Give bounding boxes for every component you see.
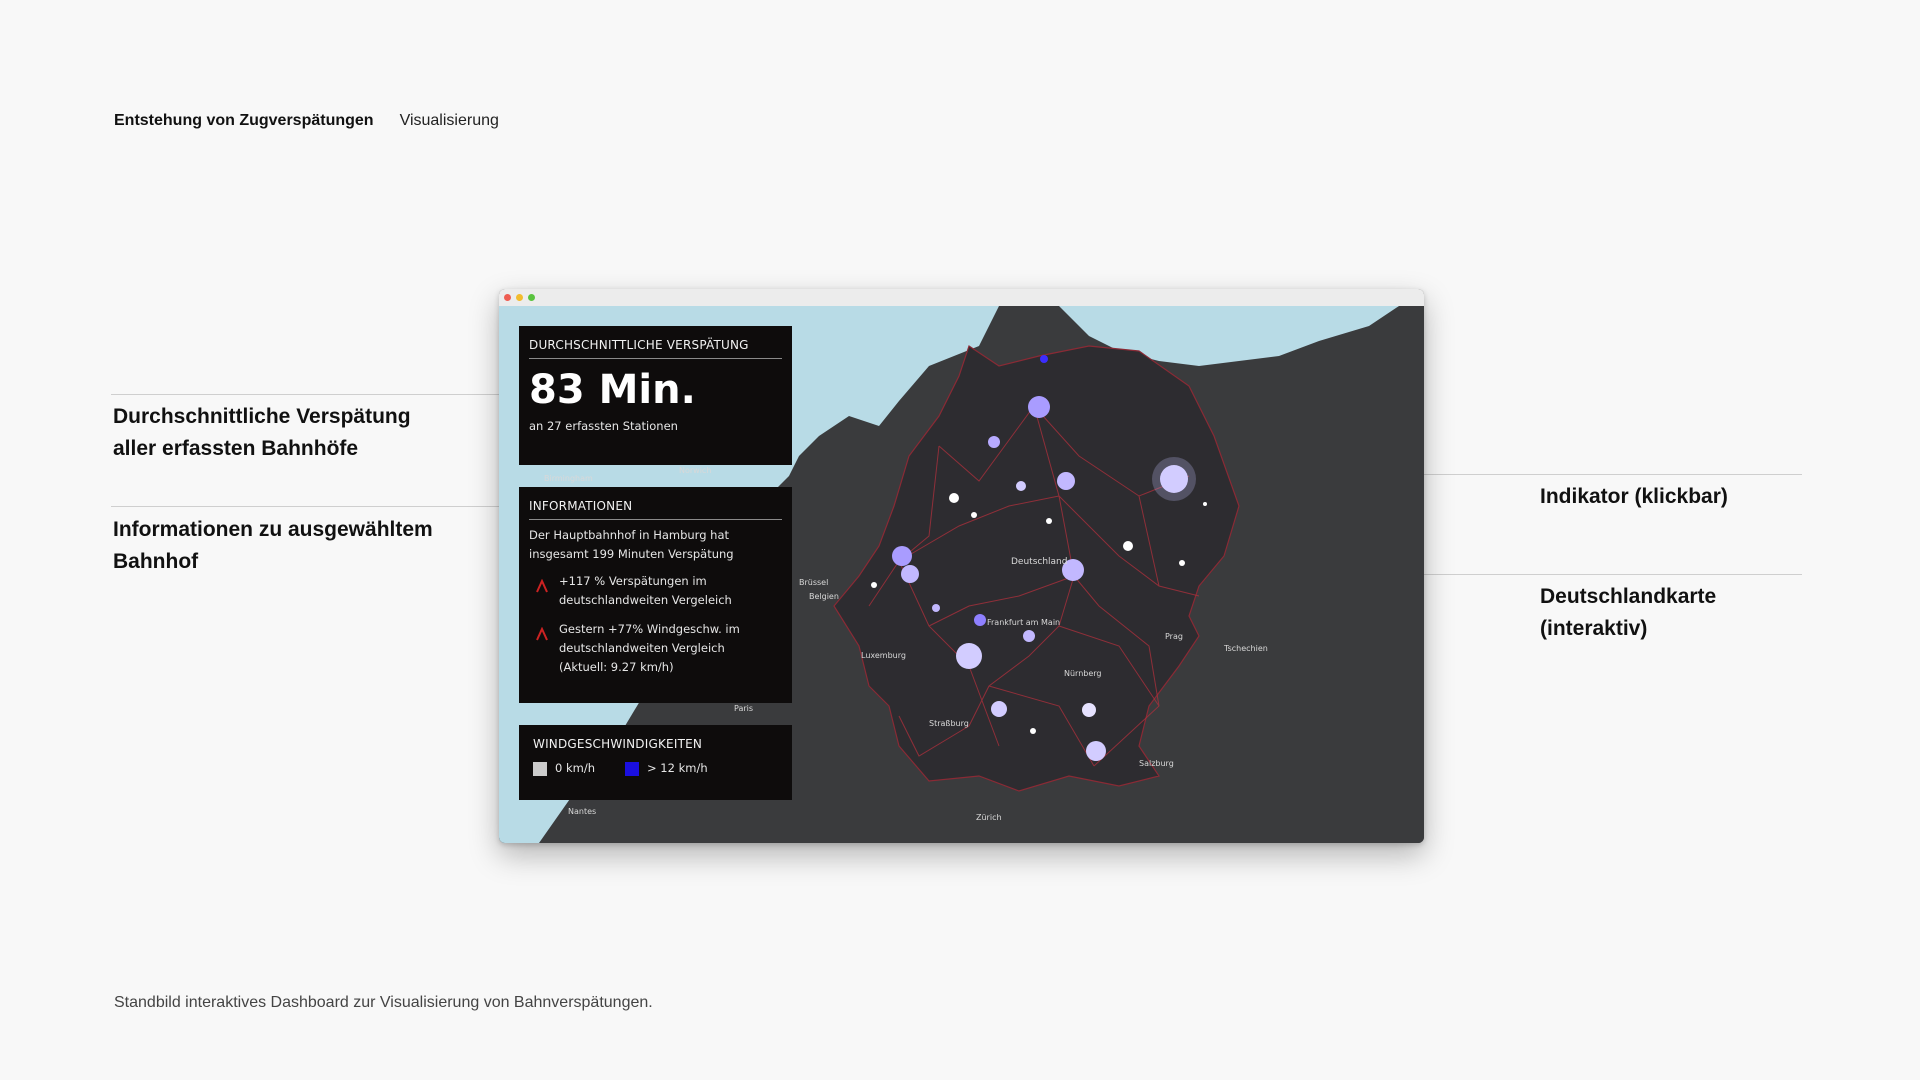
station-bubble[interactable] [901,565,919,583]
map-label: Nantes [568,807,596,816]
annotation-rule-indicator [1422,474,1802,475]
station-bubble[interactable] [1086,741,1106,761]
map-label: Belgien [809,592,839,601]
avg-delay-panel: DURCHSCHNITTLICHE VERSPÄTUNG 83 Min. an … [519,326,792,465]
station-bubble[interactable] [1082,703,1096,717]
station-bubble[interactable] [1160,465,1188,493]
avg-delay-value: 83 Min. [529,367,696,413]
station-info-text: Der Hauptbahnhof in Hamburg hat insgesam… [529,528,734,561]
annotation-station-info: Informationen zu ausgewähltem Bahnhof [113,518,433,573]
info-item: Gestern +77% Windgeschw. im deutschlandw… [529,620,782,677]
map-label: Nürnberg [1064,669,1102,678]
station-bubble[interactable] [1028,396,1050,418]
station-bubble[interactable] [932,604,940,612]
annotation-indicator: Indikator (klickbar) [1540,485,1728,508]
wind-legend-heading: WINDGESCHWINDIGKEITEN [533,737,703,751]
station-bubble[interactable] [1057,472,1075,490]
map-label: Birmingham [544,474,593,483]
info-item: +117 % Verspätungen im deutschlandweiten… [529,572,782,610]
station-bubble[interactable] [1046,518,1052,524]
station-bubble[interactable] [1040,355,1048,363]
map-label: Tschechien [1223,644,1268,653]
annotation-rule-map [1422,574,1802,575]
map-label: Paris [734,704,753,713]
page-header: Entstehung von Zugverspätungen Visualisi… [114,112,499,130]
map-label: Zürich [976,813,1002,822]
map-label: Luxemburg [861,651,906,660]
annotation-rule-avg [111,394,501,395]
station-bubble[interactable] [1123,541,1133,551]
station-bubble[interactable] [988,436,1000,448]
map-label: Straßburg [929,719,969,728]
map-label: Brüssel [799,578,828,587]
map-label: Frankfurt am Main [987,618,1060,627]
divider [529,358,782,359]
arrow-up-icon [529,572,559,610]
annotation-rule-info [111,506,501,507]
wind-legend-high: > 12 km/h [625,761,708,776]
divider [529,519,782,520]
station-bubble[interactable] [1023,630,1035,642]
avg-delay-note: an 27 erfassten Stationen [529,419,678,433]
annotation-avg-delay: Durchschnittliche Verspätung aller erfas… [113,405,411,460]
station-bubble[interactable] [991,701,1007,717]
map-label: Salzburg [1139,759,1174,768]
station-info-heading: INFORMATIONEN [529,499,633,513]
figure-caption: Standbild interaktives Dashboard zur Vis… [114,994,653,1011]
close-window-dot[interactable] [504,294,511,301]
station-bubble[interactable] [1016,481,1026,491]
maximize-window-dot[interactable] [528,294,535,301]
station-bubble[interactable] [1179,560,1185,566]
station-bubble[interactable] [1203,502,1207,506]
wind-legend-panel: WINDGESCHWINDIGKEITEN 0 km/h > 12 km/h [519,725,792,800]
station-bubble[interactable] [892,546,912,566]
map-label: Deutschland [1011,557,1067,567]
station-bubble[interactable] [971,512,977,518]
station-bubble[interactable] [956,643,982,669]
station-bubble[interactable] [949,493,959,503]
annotation-map: Deutschlandkarte (interaktiv) [1540,585,1717,640]
wind-low-swatch [533,761,547,776]
project-title: Entstehung von Zugverspätungen [114,112,374,129]
wind-high-swatch [625,761,639,776]
avg-delay-heading: DURCHSCHNITTLICHE VERSPÄTUNG [529,338,749,352]
minimize-window-dot[interactable] [516,294,523,301]
arrow-up-icon [529,620,559,677]
project-subtitle: Visualisierung [399,112,499,129]
map-label: Prag [1165,632,1183,641]
wind-legend-low: 0 km/h [533,761,595,776]
dashboard-window: Deutschland Belgien Brüssel Paris Luxemb… [499,289,1424,843]
station-info-panel: INFORMATIONEN Der Hauptbahnhof in Hambur… [519,487,792,703]
station-bubble[interactable] [974,614,986,626]
window-titlebar [499,289,1424,306]
station-bubble[interactable] [1030,728,1036,734]
station-bubble[interactable] [871,582,877,588]
map-label: Norwich [679,466,711,475]
